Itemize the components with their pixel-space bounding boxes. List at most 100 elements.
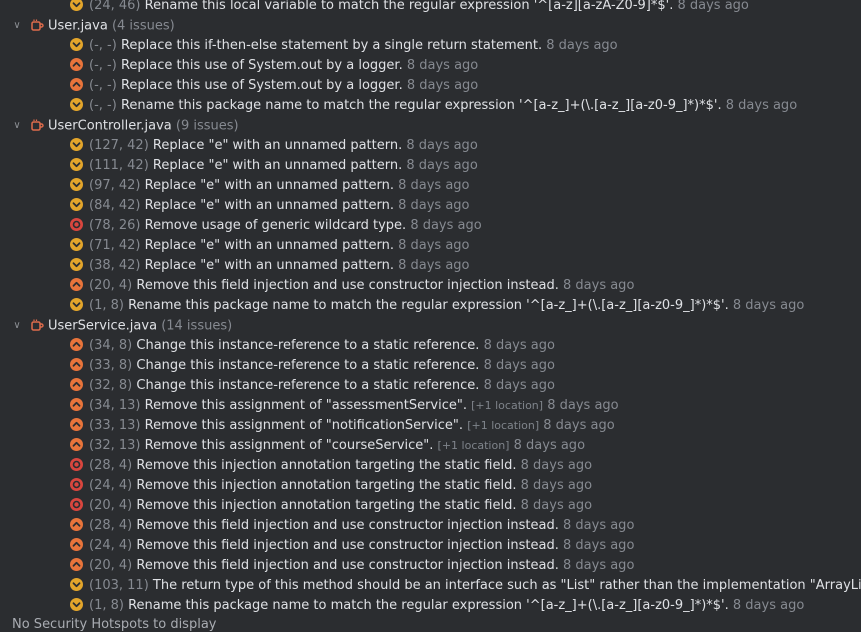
issue-location: (20, 4) — [89, 558, 133, 573]
issue-row[interactable]: (38, 42) Replace "e" with an unnamed pat… — [0, 256, 861, 276]
issue-age: 8 days ago — [398, 198, 470, 213]
severity-minor-icon — [70, 178, 83, 191]
issue-row[interactable]: (20, 4) Remove this field injection and … — [0, 556, 861, 576]
issue-row[interactable]: (28, 4) Remove this injection annotation… — [0, 456, 861, 476]
issue-extra-locations: [+1 location] — [437, 439, 510, 452]
issue-row[interactable]: (-, -) Replace this use of System.out by… — [0, 76, 861, 96]
issue-row[interactable]: (78, 26) Remove usage of generic wildcar… — [0, 216, 861, 236]
severity-minor-icon — [70, 198, 83, 211]
issue-age: 8 days ago — [520, 478, 593, 493]
issue-row[interactable]: (84, 42) Replace "e" with an unnamed pat… — [0, 196, 861, 216]
issue-age: 8 days ago — [725, 98, 798, 113]
severity-minor-icon — [70, 258, 83, 271]
severity-minor-icon — [70, 238, 83, 251]
issue-row[interactable]: (-, -) Replace this use of System.out by… — [0, 56, 861, 76]
issue-age: 8 days ago — [520, 498, 593, 513]
issue-row[interactable]: (33, 8) Change this instance-reference t… — [0, 356, 861, 376]
issue-extra-locations: [+1 location] — [467, 419, 540, 432]
issue-age: 8 days ago — [483, 378, 555, 393]
issue-row[interactable]: (-, -) Rename this package name to match… — [0, 96, 861, 116]
issue-row[interactable]: (71, 42) Replace "e" with an unnamed pat… — [0, 236, 861, 256]
issue-row[interactable]: (1, 8) Rename this package name to match… — [0, 596, 861, 616]
issue-message: The return type of this method should be… — [152, 578, 861, 593]
issue-row[interactable]: (1, 8) Rename this package name to match… — [0, 296, 861, 316]
issue-message: Replace "e" with an unnamed pattern. — [144, 258, 394, 273]
severity-major-icon — [70, 58, 83, 71]
issue-row[interactable]: (103, 11) The return type of this method… — [0, 576, 861, 596]
issue-message: Replace this use of System.out by a logg… — [120, 78, 403, 93]
java-file-icon — [30, 118, 44, 132]
issue-row[interactable]: (28, 4) Remove this field injection and … — [0, 516, 861, 536]
severity-blocker-icon — [70, 478, 83, 491]
issue-row[interactable]: (111, 42) Replace "e" with an unnamed pa… — [0, 156, 861, 176]
issue-row[interactable]: (34, 8) Change this instance-reference t… — [0, 336, 861, 356]
issue-message: Rename this package name to match the re… — [128, 598, 729, 613]
issue-age: 8 days ago — [410, 218, 482, 233]
issue-location: (28, 4) — [89, 458, 133, 473]
severity-major-icon — [70, 358, 83, 371]
chevron-down-icon[interactable]: ∨ — [10, 316, 24, 336]
issue-row[interactable]: (24, 4) Remove this field injection and … — [0, 536, 861, 556]
issue-message: Remove this injection annotation targeti… — [136, 458, 517, 473]
issue-row[interactable]: (127, 42) Replace "e" with an unnamed pa… — [0, 136, 861, 156]
issue-row[interactable]: (24, 46) Rename this local variable to m… — [0, 0, 861, 16]
chevron-down-icon[interactable]: ∨ — [10, 116, 24, 136]
issue-age: 8 days ago — [520, 458, 593, 473]
issue-row[interactable]: (97, 42) Replace "e" with an unnamed pat… — [0, 176, 861, 196]
issue-message: Replace "e" with an unnamed pattern. — [152, 138, 403, 153]
file-name: UserService.java — [48, 318, 158, 334]
issue-message: Remove this assignment of "courseService… — [144, 438, 434, 453]
file-name: User.java — [48, 18, 108, 34]
severity-minor-icon — [70, 98, 83, 111]
issue-location: (78, 26) — [89, 218, 141, 233]
issue-row[interactable]: (32, 13) Remove this assignment of "cour… — [0, 436, 861, 456]
issue-message: Replace "e" with an unnamed pattern. — [144, 238, 394, 253]
issue-row[interactable]: (33, 13) Remove this assignment of "noti… — [0, 416, 861, 436]
file-node-user[interactable]: ∨ User.java (4 issues) — [0, 16, 861, 36]
issue-location: (34, 13) — [89, 398, 141, 413]
issue-location: (97, 42) — [89, 178, 141, 193]
issue-message: Remove this assignment of "assessmentSer… — [144, 398, 467, 413]
issue-age: 8 days ago — [483, 338, 555, 353]
issue-age: 8 days ago — [546, 38, 618, 53]
issue-age: 8 days ago — [732, 598, 805, 613]
issue-count: (4 issues) — [111, 18, 175, 34]
issue-row[interactable]: (20, 4) Remove this field injection and … — [0, 276, 861, 296]
issue-location: (-, -) — [89, 98, 117, 113]
issue-message: Rename this package name to match the re… — [128, 298, 729, 313]
issue-location: (28, 4) — [89, 518, 133, 533]
issue-location: (111, 42) — [89, 158, 149, 173]
issue-message: Replace "e" with an unnamed pattern. — [144, 198, 394, 213]
issue-age: 8 days ago — [543, 418, 615, 433]
issue-age: 8 days ago — [406, 138, 478, 153]
severity-major-icon — [70, 438, 83, 451]
file-node-usercontroller[interactable]: ∨ UserController.java (9 issues) — [0, 116, 861, 136]
file-name: UserController.java — [48, 118, 172, 134]
issue-location: (33, 8) — [89, 358, 133, 373]
severity-minor-icon — [70, 298, 83, 311]
issue-location: (20, 4) — [89, 498, 133, 513]
issue-row[interactable]: (34, 13) Remove this assignment of "asse… — [0, 396, 861, 416]
issue-row[interactable]: (24, 4) Remove this injection annotation… — [0, 476, 861, 496]
issue-message: Remove this injection annotation targeti… — [136, 478, 517, 493]
issue-count: (9 issues) — [175, 118, 239, 134]
issue-message: Replace "e" with an unnamed pattern. — [152, 158, 403, 173]
issue-row[interactable]: (20, 4) Remove this injection annotation… — [0, 496, 861, 516]
issue-message: Replace this use of System.out by a logg… — [120, 58, 403, 73]
severity-major-icon — [70, 378, 83, 391]
issue-row[interactable]: (-, -) Replace this if-then-else stateme… — [0, 36, 861, 56]
issue-location: (32, 13) — [89, 438, 141, 453]
issue-message: Remove this field injection and use cons… — [136, 538, 559, 553]
issue-row[interactable]: (32, 8) Change this instance-reference t… — [0, 376, 861, 396]
severity-minor-icon — [70, 138, 83, 151]
issue-location: (34, 8) — [89, 338, 133, 353]
issue-age: 8 days ago — [406, 158, 478, 173]
chevron-down-icon[interactable]: ∨ — [10, 16, 24, 36]
issue-location: (103, 11) — [89, 578, 149, 593]
java-file-icon — [30, 318, 44, 332]
file-node-userservice[interactable]: ∨ UserService.java (14 issues) — [0, 316, 861, 336]
issue-location: (32, 8) — [89, 378, 133, 393]
severity-minor-icon — [70, 38, 83, 51]
issue-message: Remove this field injection and use cons… — [136, 558, 559, 573]
issue-location: (1, 8) — [89, 598, 124, 613]
